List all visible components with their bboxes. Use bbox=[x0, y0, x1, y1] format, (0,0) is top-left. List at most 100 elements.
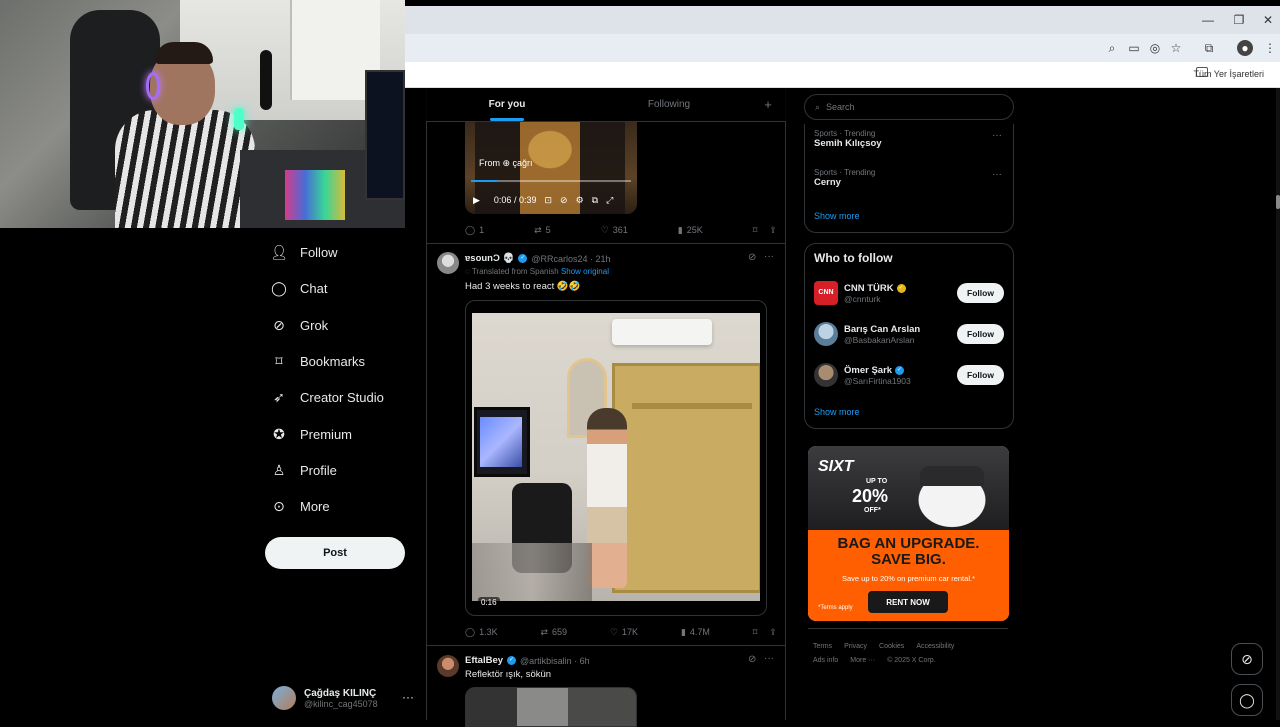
all-bookmarks-link[interactable]: Tüm Yer İşaretleri bbox=[1193, 69, 1264, 79]
cast-icon[interactable]: ▭ bbox=[1126, 40, 1142, 56]
footer-link[interactable]: Privacy bbox=[844, 643, 867, 650]
scrollbar-thumb[interactable] bbox=[1276, 195, 1280, 209]
footer-link[interactable]: Ads info bbox=[813, 657, 838, 664]
add-tab-icon[interactable]: + bbox=[750, 88, 786, 121]
nav-grok[interactable]: ⊘ Grok bbox=[270, 310, 328, 340]
tab-for-you[interactable]: For you bbox=[426, 88, 588, 121]
tweet-text: Had 3 weeks to react 🤣🤣 bbox=[465, 281, 581, 292]
bookmarks-bar bbox=[405, 62, 1280, 88]
star-icon[interactable]: ☆ bbox=[1168, 40, 1184, 56]
trend-item[interactable]: Sports · Trending Cerny bbox=[814, 168, 875, 188]
video-frame[interactable] bbox=[472, 313, 760, 601]
bookmark-icon[interactable]: ⌑ bbox=[753, 225, 758, 236]
footer-links: Terms Privacy Cookies Accessibility bbox=[813, 643, 954, 650]
profile-icon[interactable]: ● bbox=[1237, 40, 1253, 56]
post-button[interactable]: Post bbox=[265, 537, 405, 569]
messages-float-button[interactable]: ◯ bbox=[1231, 684, 1263, 716]
repost-button[interactable]: ⇄ 659 bbox=[540, 625, 567, 639]
heart-icon: ♡ bbox=[600, 224, 609, 235]
nav-profile[interactable]: ♙ Profile bbox=[270, 455, 337, 485]
browser-titlebar bbox=[405, 6, 1280, 34]
share-icon[interactable]: ⇪ bbox=[769, 225, 777, 236]
grok-icon[interactable]: ⊘ bbox=[748, 252, 756, 263]
extensions-icon[interactable]: ⧉ bbox=[1201, 40, 1217, 56]
account-switcher[interactable]: Çağdaş KILINÇ @kilinc_cag45078 bbox=[272, 684, 422, 712]
settings-icon[interactable]: ⚙ bbox=[576, 195, 584, 206]
avatar[interactable] bbox=[437, 655, 459, 677]
play-icon[interactable]: ▶ bbox=[473, 195, 480, 206]
tweet-text: Reflektör ışık, sökün bbox=[465, 669, 552, 680]
nav-label: Creator Studio bbox=[300, 389, 384, 405]
like-button[interactable]: ♡ 17K bbox=[610, 625, 638, 639]
footer-link[interactable]: More ··· bbox=[850, 657, 875, 664]
fullscreen-icon[interactable]: ⤢ bbox=[606, 195, 613, 206]
author-name[interactable]: ɐsounϽ 💀 bbox=[465, 253, 514, 264]
ad-terms: *Terms apply bbox=[818, 605, 853, 611]
translate-icon: ◌ bbox=[465, 267, 472, 276]
account-more-icon[interactable]: ··· bbox=[402, 690, 414, 704]
minimize-button[interactable]: — bbox=[1193, 10, 1223, 30]
views-button[interactable]: ▮ 4.7M bbox=[681, 625, 710, 639]
follow-suggestion[interactable]: Barış Can Arslan @BasbakanArslan Follow bbox=[814, 320, 1004, 348]
avatar: CNN bbox=[814, 281, 838, 305]
author-handle[interactable]: @artikbisalin · 6h bbox=[520, 656, 590, 666]
follow-suggestion[interactable]: Ömer Şark ✓ @SarıFirtina1903 Follow bbox=[814, 361, 1004, 389]
bookmark-icon[interactable]: ⌑ bbox=[753, 627, 758, 638]
tweet1-video[interactable]: From ⊕ çağrı ▶ 0:06 / 0:39 ⊡ ⊘ ⚙ ⧉ ⤢ bbox=[465, 122, 637, 214]
share-icon[interactable]: ⇪ bbox=[769, 627, 777, 638]
eye-off-icon[interactable]: ◎ bbox=[1147, 40, 1163, 56]
footer-link[interactable]: Terms bbox=[813, 643, 832, 650]
who-to-follow-show-more[interactable]: Show more bbox=[814, 407, 860, 417]
nav-creator-studio[interactable]: ➶ Creator Studio bbox=[270, 382, 384, 412]
rent-now-button[interactable]: RENT NOW bbox=[868, 591, 948, 613]
trend-more-icon[interactable]: ··· bbox=[992, 169, 1002, 180]
follow-button[interactable]: Follow bbox=[957, 365, 1004, 385]
nav-more[interactable]: ⊙ More bbox=[270, 491, 330, 521]
grok-float-button[interactable]: ⊘ bbox=[1231, 643, 1263, 675]
nav-chat[interactable]: ◯ Chat bbox=[270, 273, 327, 303]
avatar[interactable] bbox=[437, 252, 459, 274]
tab-following[interactable]: Following bbox=[588, 88, 750, 121]
kebab-icon[interactable]: ⋮ bbox=[1262, 40, 1278, 56]
restore-button[interactable]: ❐ bbox=[1224, 10, 1254, 30]
trend-more-icon[interactable]: ··· bbox=[992, 130, 1002, 141]
follow-suggestion[interactable]: CNN CNN TÜRK ✓ @cnnturk Follow bbox=[814, 279, 1004, 307]
like-button[interactable]: ♡ 361 bbox=[601, 223, 628, 237]
captions-icon[interactable]: ⊡ bbox=[544, 195, 552, 206]
ad-percent: 20% bbox=[852, 486, 889, 506]
search-input[interactable] bbox=[826, 102, 997, 112]
verified-badge-icon: ✓ bbox=[507, 656, 517, 665]
person-icon: ♙ bbox=[272, 461, 286, 478]
nav-follow[interactable]: 👤︎ Follow bbox=[270, 237, 337, 267]
repost-button[interactable]: ⇄ 5 bbox=[534, 223, 551, 237]
trend-item[interactable]: Sports · Trending Semih Kılıçsoy bbox=[814, 129, 882, 149]
footer-link[interactable]: Accessibility bbox=[916, 643, 954, 650]
tweet-more-icon[interactable]: ··· bbox=[764, 251, 774, 262]
footer-link[interactable]: Cookies bbox=[879, 643, 904, 650]
grok-icon[interactable]: ⊘ bbox=[748, 654, 756, 665]
tweet-more-icon[interactable]: ··· bbox=[764, 653, 774, 664]
trends-show-more[interactable]: Show more bbox=[814, 211, 860, 221]
tweet3-media[interactable] bbox=[465, 687, 637, 727]
video-progress-fill bbox=[471, 180, 497, 182]
author-handle[interactable]: @RRcarlos24 · 21h bbox=[531, 254, 610, 264]
sixt-ad[interactable]: SIXT UP TO 20% OFF* BAG AN UPGRADE. SAVE… bbox=[808, 446, 1009, 621]
nav-premium[interactable]: ✪ Premium bbox=[270, 419, 352, 449]
mute-icon[interactable]: ⊘ bbox=[560, 195, 568, 206]
nav-label: More bbox=[300, 498, 330, 514]
follow-button[interactable]: Follow bbox=[957, 324, 1004, 344]
bar-chart-icon: ▮ bbox=[680, 626, 686, 637]
zoom-icon[interactable]: ⌕ bbox=[1104, 40, 1120, 56]
follow-button[interactable]: Follow bbox=[957, 283, 1004, 303]
views-button[interactable]: ▮ 25K bbox=[678, 223, 703, 237]
page-scrollbar[interactable] bbox=[1276, 88, 1280, 720]
reply-button[interactable]: ◯ 1 bbox=[465, 223, 484, 237]
close-button[interactable]: ✕ bbox=[1253, 10, 1280, 30]
reply-button[interactable]: ◯ 1.3K bbox=[465, 625, 498, 639]
nav-bookmarks[interactable]: ⌑ Bookmarks bbox=[270, 346, 365, 376]
author-name[interactable]: EftalBey bbox=[465, 655, 503, 666]
pip-icon[interactable]: ⧉ bbox=[592, 195, 598, 206]
search-box[interactable]: ⌕ bbox=[804, 94, 1014, 120]
show-original-link[interactable]: Show original bbox=[561, 267, 609, 276]
divider bbox=[426, 243, 786, 244]
